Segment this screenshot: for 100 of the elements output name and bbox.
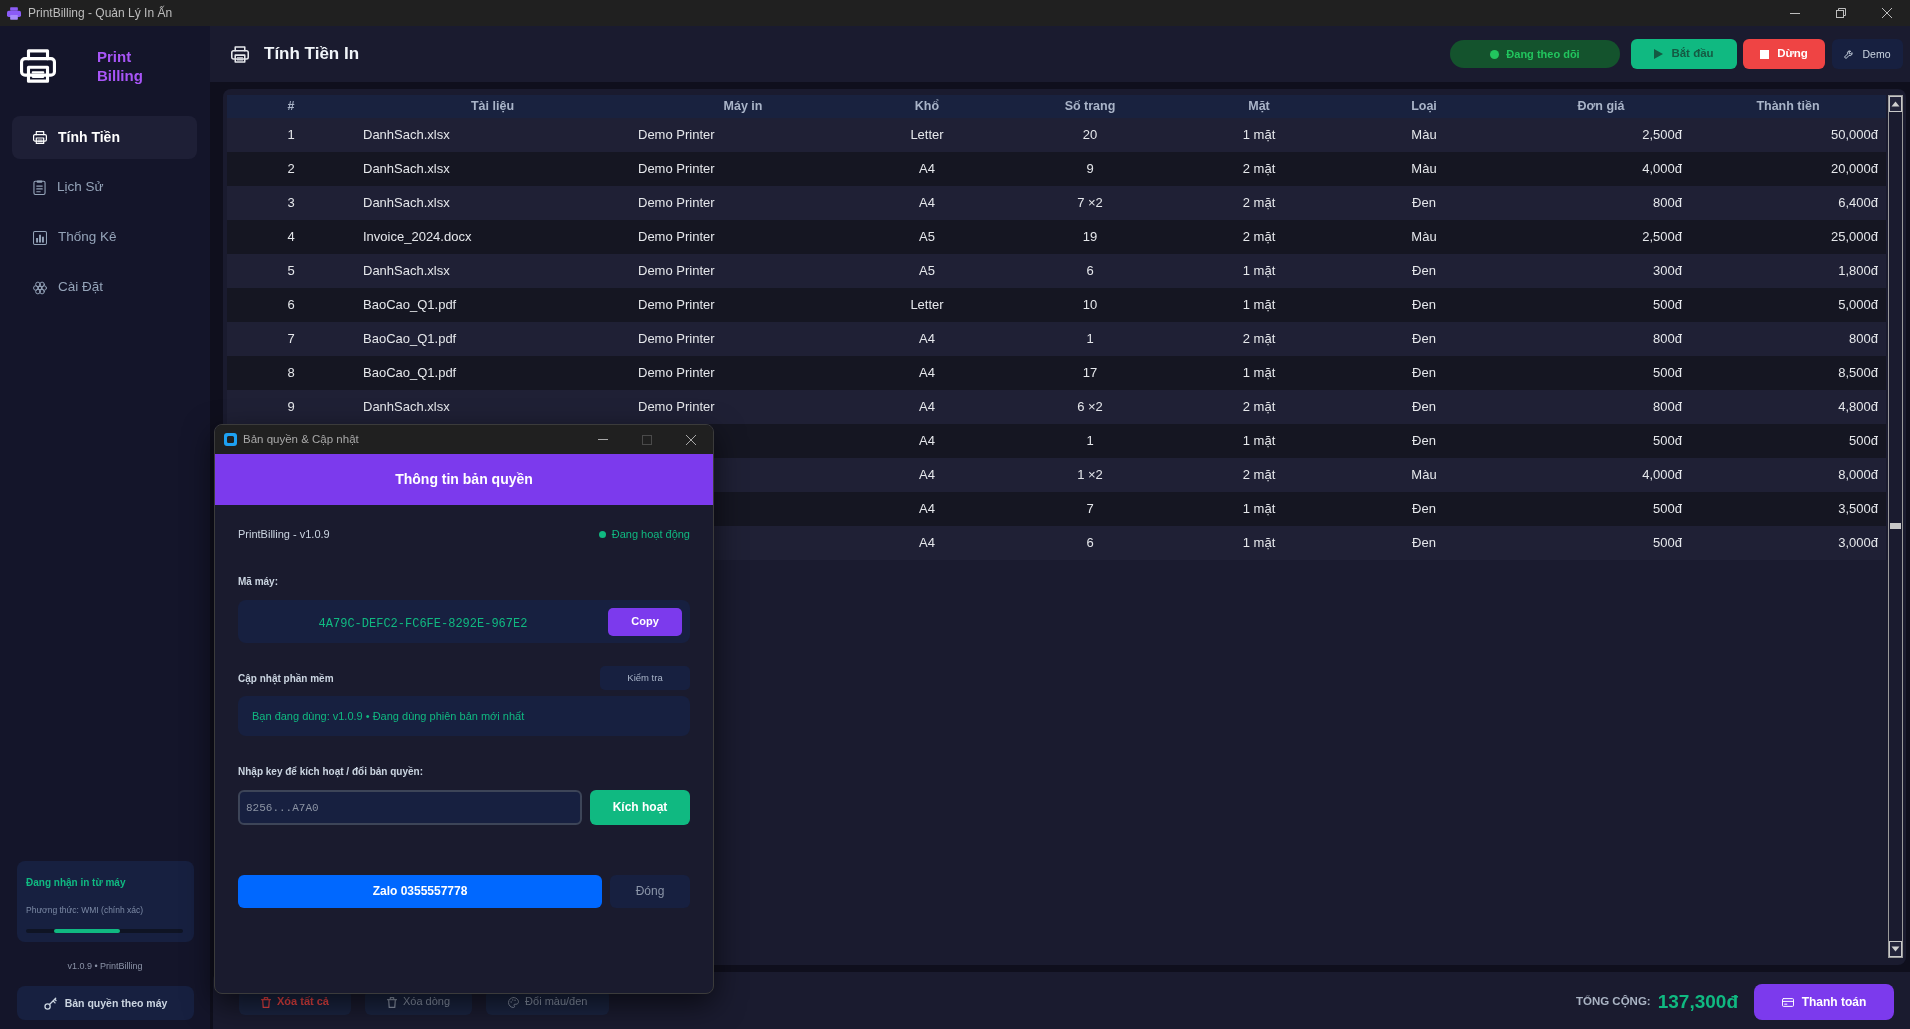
print-sides: 1 mặt xyxy=(1242,297,1276,313)
print-sides: 1 mặt xyxy=(1242,127,1276,143)
print-sides: 1 mặt xyxy=(1242,263,1276,279)
stop-icon xyxy=(1760,49,1770,59)
palette-icon xyxy=(508,996,520,1008)
unit-price: 4,000đ xyxy=(1642,161,1682,177)
scrollbar[interactable] xyxy=(1888,95,1903,958)
unit-price: 800đ xyxy=(1653,399,1682,415)
paper-size: A4 xyxy=(919,365,935,381)
paper-size: Letter xyxy=(910,127,944,143)
paper-size: A4 xyxy=(919,501,935,517)
column-header: Đơn giá xyxy=(1512,95,1690,118)
zalo-button[interactable]: Zalo 0355557778 xyxy=(238,875,602,908)
copy-button[interactable]: Copy xyxy=(608,607,682,636)
key-icon xyxy=(43,996,57,1010)
printer-name: Demo Printer xyxy=(638,195,715,211)
close-icon xyxy=(686,434,696,445)
color-mode: Đen xyxy=(1412,501,1436,517)
file-name: BaoCao_Q1.pdf xyxy=(363,365,457,381)
print-sides: 1 mặt xyxy=(1242,501,1276,517)
paper-size: A4 xyxy=(919,195,935,211)
column-header: Khổ xyxy=(856,95,998,118)
color-mode: Đen xyxy=(1412,433,1436,449)
nav-item[interactable]: Lịch Sử xyxy=(12,166,197,209)
nav-item[interactable]: Tính Tiền xyxy=(12,116,197,159)
print-sides: 2 mặt xyxy=(1242,161,1276,177)
column-header: # xyxy=(227,95,355,118)
color-mode: Đen xyxy=(1412,535,1436,551)
dialog-title: Bản quyền & Cập nhật xyxy=(243,431,359,447)
unit-price: 500đ xyxy=(1653,501,1682,517)
license-button[interactable]: Bản quyền theo máy xyxy=(17,986,194,1020)
printer-name: Demo Printer xyxy=(638,331,715,347)
card-icon xyxy=(1781,997,1794,1007)
nav-item[interactable]: Cài Đặt xyxy=(12,266,197,309)
unit-price: 500đ xyxy=(1653,433,1682,449)
print-sides: 2 mặt xyxy=(1242,399,1276,415)
file-name: DanhSach.xlsx xyxy=(363,195,450,211)
paper-size: A4 xyxy=(919,331,935,347)
key-input[interactable]: 8256...A7A0 xyxy=(238,790,582,825)
bar-chart-icon xyxy=(33,230,47,245)
print-sides: 2 mặt xyxy=(1242,195,1276,211)
version-text: v1.0.9 • PrintBilling xyxy=(66,960,144,972)
page-count: 10 xyxy=(1082,297,1098,313)
dialog-close-button[interactable]: Đóng xyxy=(610,875,690,908)
color-mode: Đen xyxy=(1412,297,1436,313)
stop-button[interactable]: Dừng xyxy=(1743,39,1825,69)
row-number: 4 xyxy=(287,229,295,245)
page-count: 1 xyxy=(1086,331,1094,347)
row-number: 6 xyxy=(287,297,295,313)
window-title: PrintBilling - Quản Lý In Ấn xyxy=(28,4,173,22)
restore-icon xyxy=(1836,8,1846,18)
check-update-button[interactable]: Kiểm tra xyxy=(600,666,690,690)
printer-name: Demo Printer xyxy=(638,297,715,313)
line-total: 3,000đ xyxy=(1838,535,1878,551)
column-header: Loại xyxy=(1336,95,1512,118)
trash-icon xyxy=(386,996,397,1008)
file-name: DanhSach.xlsx xyxy=(363,399,450,415)
update-info: Bạn đang dùng: v1.0.9 • Đang dùng phiên bản mới nhất xyxy=(252,708,525,724)
printer-name: Demo Printer xyxy=(638,127,715,143)
column-header: Máy in xyxy=(630,95,856,118)
status-title: Đang nhận in từ máy xyxy=(26,877,127,889)
paper-size: Letter xyxy=(910,297,944,313)
paper-size: A4 xyxy=(919,399,935,415)
line-total: 50,000đ xyxy=(1831,127,1878,143)
page-count: 9 xyxy=(1086,161,1094,177)
unit-price: 500đ xyxy=(1653,365,1682,381)
printer-name: Demo Printer xyxy=(638,365,715,381)
printer-name: Demo Printer xyxy=(638,263,715,279)
paper-size: A4 xyxy=(919,433,935,449)
print-sides: 1 mặt xyxy=(1242,433,1276,449)
color-mode: Màu xyxy=(1411,229,1437,245)
wrench-icon xyxy=(1844,49,1855,59)
status-method: Phương thức: WMI (chính xác) xyxy=(26,905,145,916)
file-name: DanhSach.xlsx xyxy=(363,127,450,143)
maximize-icon xyxy=(642,434,652,445)
license-status: Đang hoạt động xyxy=(611,526,690,542)
line-total: 500đ xyxy=(1849,433,1878,449)
paper-size: A4 xyxy=(919,161,935,177)
printer-icon xyxy=(231,45,249,63)
row-number: 3 xyxy=(287,195,295,211)
color-mode: Đen xyxy=(1412,331,1436,347)
line-total: 1,800đ xyxy=(1838,263,1878,279)
unit-price: 300đ xyxy=(1653,263,1682,279)
nav-item[interactable]: Thống Kê xyxy=(12,216,197,259)
color-mode: Đen xyxy=(1412,365,1436,381)
play-icon xyxy=(1654,49,1664,59)
color-mode: Đen xyxy=(1412,195,1436,211)
print-sides: 2 mặt xyxy=(1242,467,1276,483)
column-header: Mặt xyxy=(1182,95,1336,118)
paper-size: A5 xyxy=(919,229,935,245)
pay-button[interactable]: Thanh toán xyxy=(1754,984,1894,1020)
unit-price: 500đ xyxy=(1653,535,1682,551)
paper-size: A4 xyxy=(919,535,935,551)
unit-price: 2,500đ xyxy=(1642,229,1682,245)
file-name: DanhSach.xlsx xyxy=(363,263,450,279)
demo-button[interactable]: Demo xyxy=(1832,39,1903,69)
page-count: 6 xyxy=(1086,263,1094,279)
printer-name: Demo Printer xyxy=(638,229,715,245)
line-total: 8,000đ xyxy=(1838,467,1878,483)
color-mode: Màu xyxy=(1411,127,1437,143)
